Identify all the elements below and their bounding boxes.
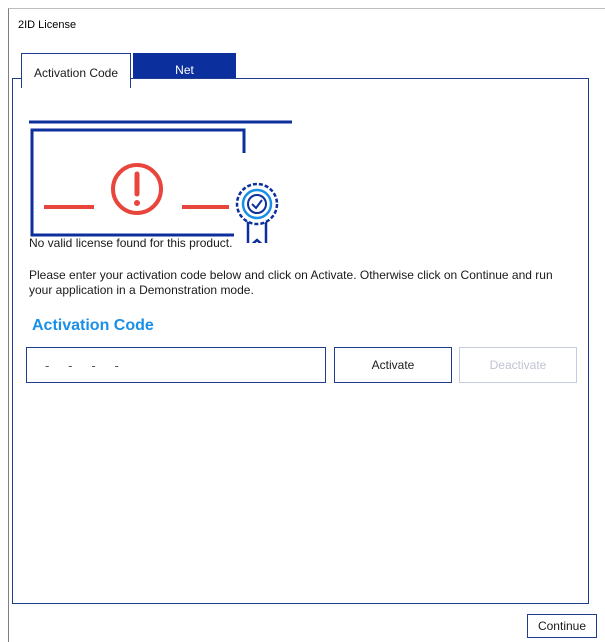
warning-exclamation-icon (111, 163, 163, 215)
window-title: 2ID License (18, 19, 77, 31)
activation-panel: No valid license found for this product.… (12, 78, 589, 604)
license-error-icon (29, 120, 292, 243)
certificate-badge-icon (235, 182, 279, 243)
tab-activation-code[interactable]: Activation Code (21, 53, 131, 88)
deactivate-button[interactable]: Deactivate (459, 347, 577, 383)
activation-code-heading: Activation Code (32, 317, 154, 334)
instructions-message: Please enter your activation code below … (29, 268, 553, 297)
activate-button[interactable]: Activate (334, 347, 452, 383)
continue-button[interactable]: Continue (527, 614, 597, 638)
no-license-message: No valid license found for this product. (29, 236, 233, 250)
activation-code-input[interactable] (26, 347, 326, 383)
